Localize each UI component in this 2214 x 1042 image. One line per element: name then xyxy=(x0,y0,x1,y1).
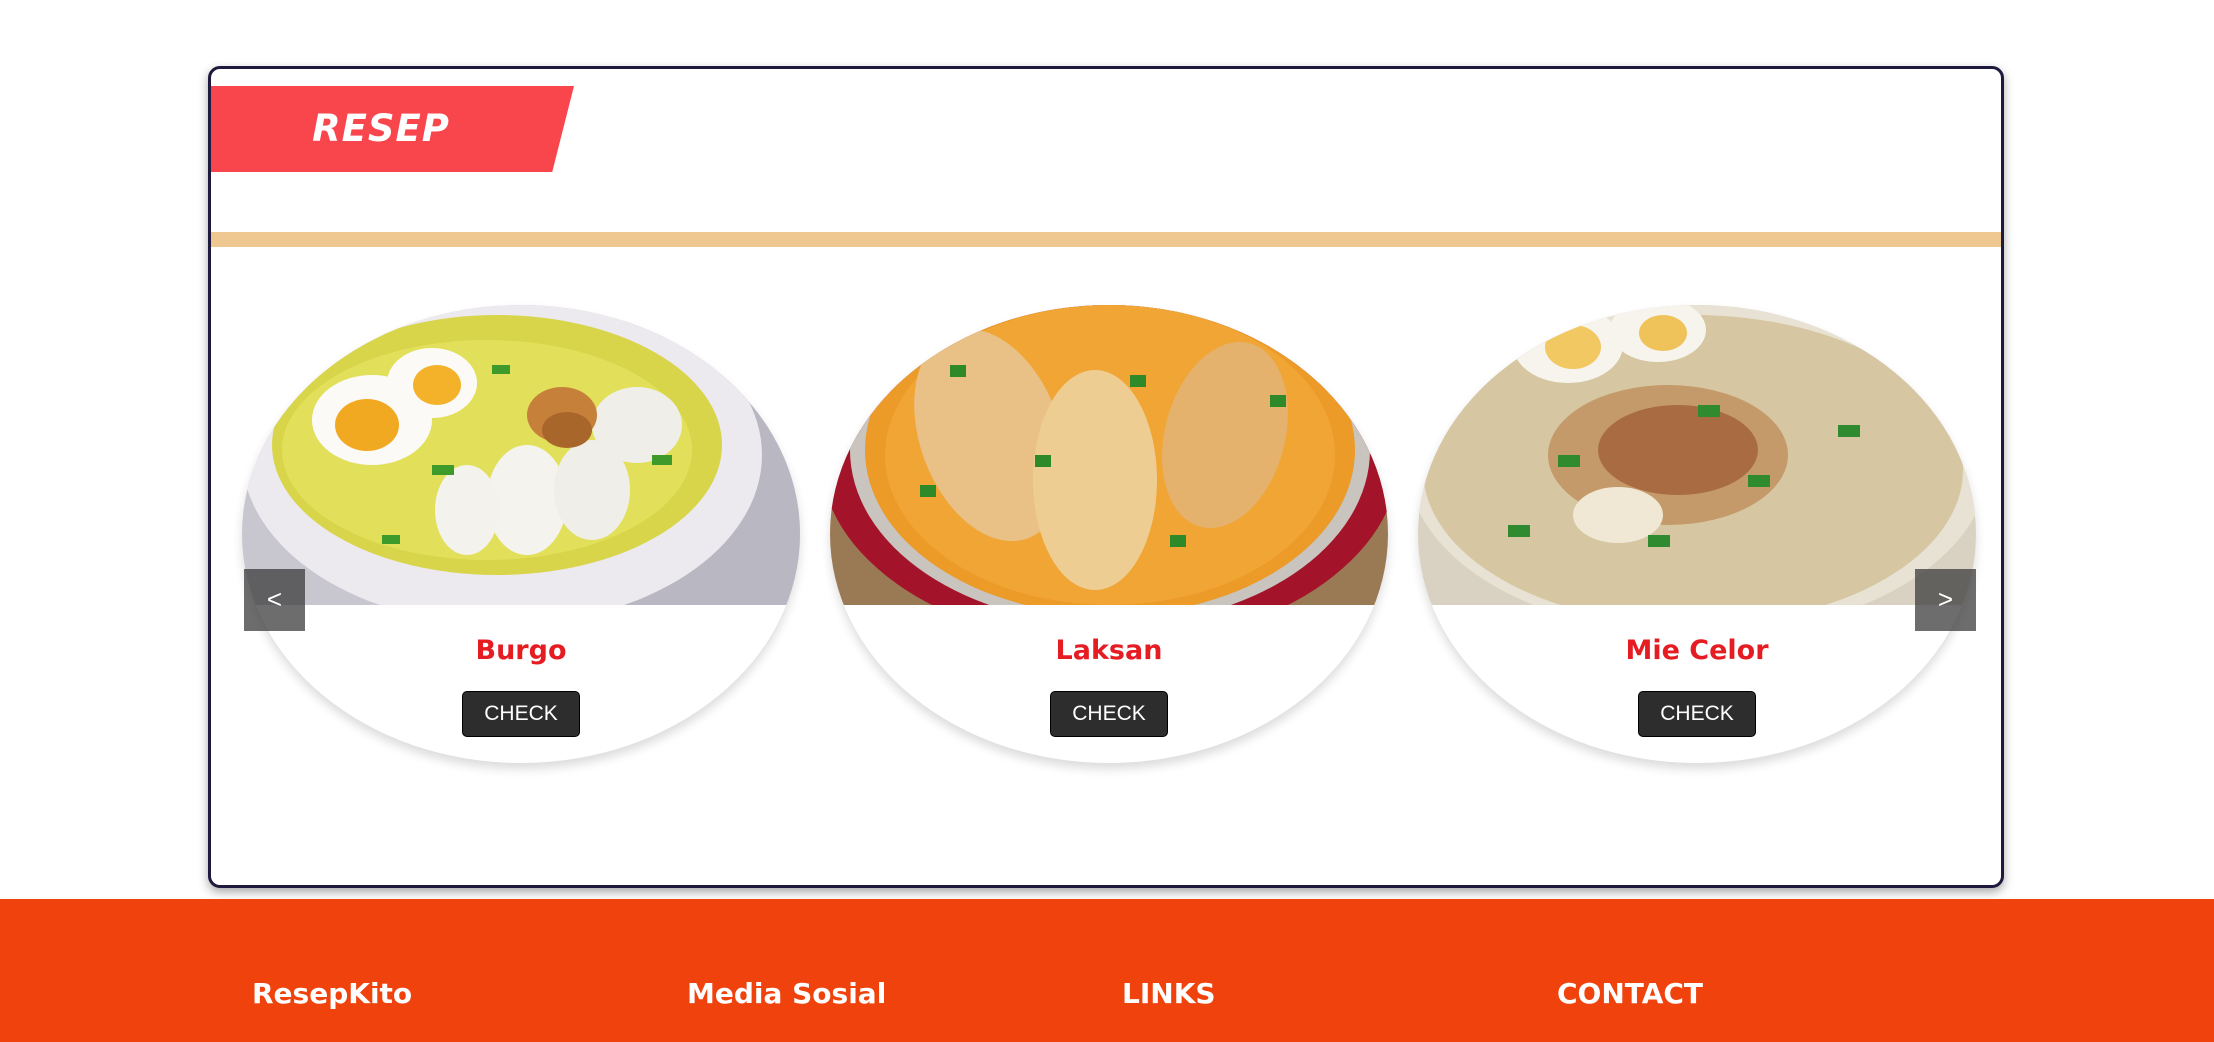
carousel-next-button[interactable]: > xyxy=(1915,569,1976,631)
footer-title-resepkito: ResepKito xyxy=(252,977,413,1010)
recipe-name: Burgo xyxy=(475,635,567,666)
check-button-laksan[interactable]: CHECK xyxy=(1050,691,1168,737)
recipe-card-mie-celor: Mie Celor CHECK xyxy=(1418,305,1976,763)
mie-celor-photo xyxy=(1418,305,1976,605)
section-divider xyxy=(211,232,2001,247)
laksan-photo xyxy=(830,305,1388,605)
recipe-name: Mie Celor xyxy=(1625,635,1769,666)
recipe-card-laksan: Laksan CHECK xyxy=(830,305,1388,763)
check-button-mie-celor[interactable]: CHECK xyxy=(1638,691,1756,737)
recipe-card-burgo: Burgo CHECK xyxy=(242,305,800,763)
footer-title-links: LINKS xyxy=(1122,977,1216,1010)
footer-title-contact: CONTACT xyxy=(1557,977,1704,1010)
section-title: RESEP xyxy=(312,107,450,150)
check-button-burgo[interactable]: CHECK xyxy=(462,691,580,737)
section-ribbon: RESEP xyxy=(211,86,574,172)
carousel-prev-button[interactable]: < xyxy=(244,569,305,631)
recipe-name: Laksan xyxy=(1055,635,1163,666)
site-footer: ResepKito Media Sosial LINKS CONTACT xyxy=(0,899,2214,1042)
burgo-photo xyxy=(242,305,800,605)
recipe-section: RESEP Burgo CHECK Laksan CHECK Mie Celor… xyxy=(208,66,2004,888)
footer-title-media-sosial: Media Sosial xyxy=(687,977,887,1010)
